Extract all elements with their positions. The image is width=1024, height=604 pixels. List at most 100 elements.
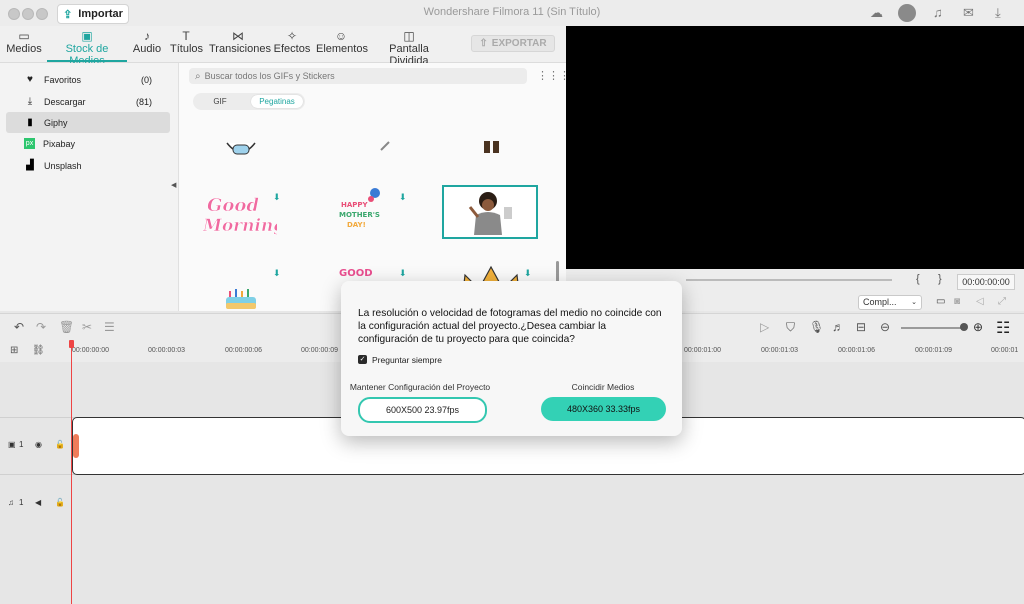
active-tab-indicator [47, 60, 127, 62]
ruler-tick: 00:00:01:09 [915, 347, 952, 354]
unsplash-icon: ▟ [26, 160, 34, 171]
link-icon[interactable]: ⛓ [32, 345, 45, 356]
mail-icon[interactable]: ✉ [963, 5, 974, 21]
sidebar-item-pixabay[interactable]: px Pixabay [6, 133, 170, 154]
tab-pantalla-dividida[interactable]: ◫ Pantalla Dividida [372, 29, 446, 67]
preview-quality-select[interactable]: Compl... ⌄ [858, 295, 922, 310]
add-track-icon[interactable]: ⊞ [10, 345, 18, 356]
lock-icon[interactable]: 🔓 [55, 440, 65, 449]
ruler-tick: 00:00:00:09 [301, 347, 338, 354]
sticker-stroke[interactable] [379, 139, 391, 151]
download-icon[interactable]: ⤓ [995, 5, 1001, 21]
sticker-feet[interactable] [481, 139, 503, 155]
download-sticker-icon[interactable]: ⬇ [399, 268, 407, 279]
sticker-good-morning[interactable]: Good Morning [201, 191, 286, 237]
always-ask-label: Preguntar siempre [372, 355, 442, 365]
title-icon: T [182, 29, 190, 43]
preview-progress[interactable] [686, 279, 892, 281]
lock-icon[interactable]: 🔓 [55, 498, 65, 507]
video-track-number: 1 [19, 440, 24, 449]
mark-in-icon[interactable]: { [916, 273, 920, 285]
svg-text:Good: Good [207, 195, 259, 216]
playhead[interactable] [71, 340, 72, 604]
zoom-in-icon[interactable]: ⊕ [973, 320, 983, 334]
export-icon: ⇧ [479, 38, 488, 49]
timeline-clip[interactable] [73, 434, 79, 458]
preview-screen [566, 26, 1024, 269]
undo-icon[interactable]: ↶ [14, 320, 24, 334]
mark-out-icon[interactable]: } [938, 273, 942, 285]
download-sticker-icon[interactable]: ⬇ [524, 268, 532, 279]
tab-transiciones[interactable]: ⋈ Transiciones [209, 29, 271, 55]
headset-icon[interactable]: ♫ [933, 5, 943, 20]
stickers-toggle[interactable]: Pegatinas [251, 95, 303, 108]
media-mismatch-dialog: La resolución o velocidad de fotogramas … [341, 281, 682, 436]
snap-icon[interactable]: ⊟ [856, 320, 866, 334]
keep-project-settings-button[interactable]: 600X500 23.97fps [358, 397, 487, 423]
giphy-icon: ▮ [27, 117, 33, 128]
sidebar-item-favoritos[interactable]: ♥ Favoritos (0) [6, 69, 170, 90]
track-height-icon[interactable]: ☷ [996, 318, 1010, 338]
sticker-browser: ⌕ Buscar todos los GIFs y Stickers ⋮⋮⋮ G… [179, 63, 570, 311]
volume-icon[interactable]: ◁ [976, 296, 984, 307]
sticker-dancing-man-selected[interactable] [442, 185, 538, 239]
keep-settings-label: Mantener Configuración del Proyecto [349, 382, 491, 392]
sparkle-icon: ✧ [286, 29, 298, 43]
tab-medios[interactable]: ▭ Medios [6, 29, 42, 55]
preview-timecode: 00:00:00:00 [957, 274, 1015, 290]
collapse-sidebar-icon[interactable]: ◀ [171, 181, 176, 189]
dialog-message: La resolución o velocidad de fotogramas … [358, 308, 662, 345]
ruler-tick: 00:00:01:03 [761, 347, 798, 354]
tab-efectos[interactable]: ✧ Efectos [273, 29, 311, 55]
sidebar-item-unsplash[interactable]: ▟ Unsplash [6, 155, 170, 176]
zoom-out-icon[interactable]: ⊖ [880, 320, 890, 334]
always-ask-checkbox[interactable]: ✓ [358, 355, 367, 364]
ruler-tick: 00:00:00:00 [72, 347, 109, 354]
search-icon: ⌕ [195, 70, 201, 82]
marker-icon[interactable]: ⛉ [786, 320, 795, 335]
tab-titulos[interactable]: T Títulos [170, 29, 203, 55]
svg-text:Morning: Morning [202, 216, 277, 236]
adjust-icon[interactable]: ☰ [104, 320, 115, 334]
media-tabs: ▭Medios ▣Stock de Medios ♪Audio TTítulos… [0, 26, 566, 67]
avatar[interactable] [898, 4, 916, 22]
media-panel: ▭Medios ▣Stock de Medios ♪Audio TTítulos… [0, 26, 570, 311]
sticker-scrollbar[interactable] [556, 261, 559, 283]
heart-icon: ♥ [27, 74, 33, 85]
music-note-icon: ♪ [144, 29, 150, 43]
gif-toggle[interactable]: GIF [197, 95, 243, 108]
speaker-icon[interactable]: ◀ [35, 498, 41, 507]
download-sticker-icon[interactable]: ⬇ [273, 268, 281, 279]
search-input[interactable]: ⌕ Buscar todos los GIFs y Stickers [189, 68, 527, 84]
zoom-slider[interactable] [901, 327, 965, 329]
favorites-count: (0) [141, 74, 152, 85]
cut-icon[interactable]: ✂ [82, 320, 92, 334]
zoom-slider-handle[interactable] [960, 323, 968, 331]
fullscreen-icon[interactable]: ⤢ [998, 296, 1006, 307]
cloud-icon[interactable]: ☁ [870, 5, 883, 21]
eye-icon[interactable]: ◉ [35, 440, 42, 449]
snapshot-icon[interactable]: ◙ [954, 296, 960, 307]
sidebar-item-giphy[interactable]: ▮ Giphy [6, 112, 170, 133]
download-sticker-icon[interactable]: ⬇ [399, 192, 407, 203]
export-button[interactable]: ⇧ EXPORTAR [471, 35, 555, 52]
audio-mixer-icon[interactable]: ♬ [832, 320, 844, 334]
tab-elementos[interactable]: ☺ Elementos [316, 29, 368, 55]
screen-icon[interactable]: ▭ [936, 296, 945, 307]
title-bar: ⇪ Importar Wondershare Filmora 11 (Sin T… [0, 0, 1024, 27]
redo-icon[interactable]: ↷ [36, 320, 46, 334]
ruler-tick: 00:00:01 [991, 347, 1019, 354]
svg-text:DAY!: DAY! [347, 221, 366, 229]
render-icon[interactable]: ▷ [760, 320, 769, 334]
match-media-button[interactable]: 480X360 33.33fps [541, 397, 666, 421]
playhead-handle[interactable] [69, 340, 74, 348]
sticker-happy-mothers-day[interactable]: HAPPY MOTHER'S DAY! [335, 187, 385, 231]
sticker-birthday-cake[interactable] [223, 281, 259, 311]
smiley-icon: ☺ [334, 29, 348, 43]
download-sticker-icon[interactable]: ⬇ [273, 192, 281, 203]
microphone-icon[interactable]: 🎙 [809, 320, 824, 334]
sidebar-item-descargar[interactable]: ⤓ Descargar (81) [6, 91, 170, 112]
sticker-cat-mask[interactable] [221, 139, 261, 161]
delete-icon[interactable]: 🗑 [59, 320, 74, 334]
tab-audio[interactable]: ♪ Audio [132, 29, 162, 55]
